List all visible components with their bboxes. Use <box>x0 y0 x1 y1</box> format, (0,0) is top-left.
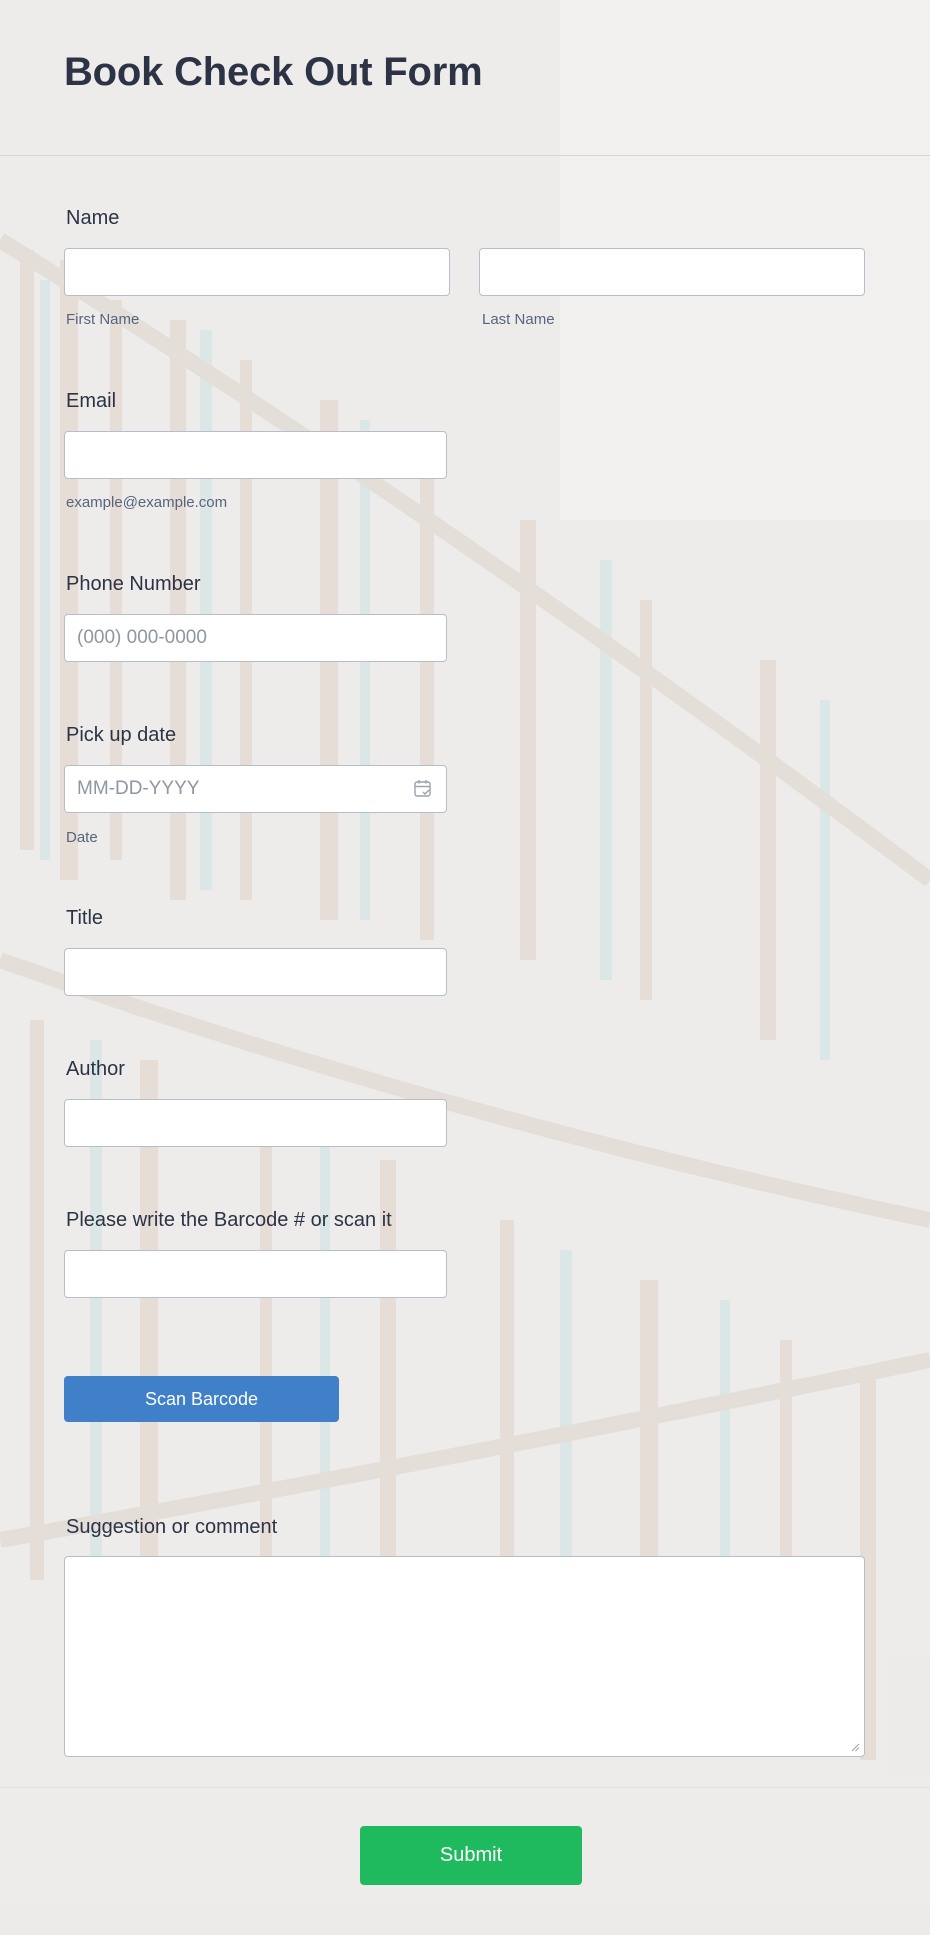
scan-barcode-button[interactable]: Scan Barcode <box>64 1376 339 1422</box>
title-input[interactable] <box>64 948 447 996</box>
pickup-date-label: Pick up date <box>66 724 177 746</box>
author-input[interactable] <box>64 1099 447 1147</box>
barcode-input[interactable] <box>64 1250 447 1298</box>
footer-divider <box>0 1787 930 1788</box>
form-header: Book Check Out Form <box>0 0 930 156</box>
name-label: Name <box>66 207 120 229</box>
email-label: Email <box>66 390 117 412</box>
resize-handle-icon[interactable] <box>851 1743 860 1752</box>
form-page: Book Check Out Form Name First Name Last… <box>0 0 930 1935</box>
first-name-sublabel: First Name <box>66 311 140 328</box>
submit-button[interactable]: Submit <box>360 1826 582 1885</box>
barcode-label: Please write the Barcode # or scan it <box>66 1209 392 1231</box>
pickup-date-sublabel: Date <box>66 829 98 846</box>
pickup-date-input[interactable] <box>64 765 447 813</box>
email-input[interactable] <box>64 431 447 479</box>
title-label: Title <box>66 907 104 929</box>
author-label: Author <box>66 1058 125 1080</box>
email-sublabel: example@example.com <box>66 494 228 511</box>
phone-input[interactable] <box>64 614 447 662</box>
first-name-input[interactable] <box>64 248 450 296</box>
comment-label: Suggestion or comment <box>66 1516 278 1538</box>
last-name-input[interactable] <box>479 248 865 296</box>
form-title: Book Check Out Form <box>64 50 483 94</box>
calendar-icon[interactable] <box>414 779 432 798</box>
last-name-sublabel: Last Name <box>482 311 555 328</box>
phone-label: Phone Number <box>66 573 201 595</box>
comment-textarea[interactable] <box>64 1556 865 1757</box>
